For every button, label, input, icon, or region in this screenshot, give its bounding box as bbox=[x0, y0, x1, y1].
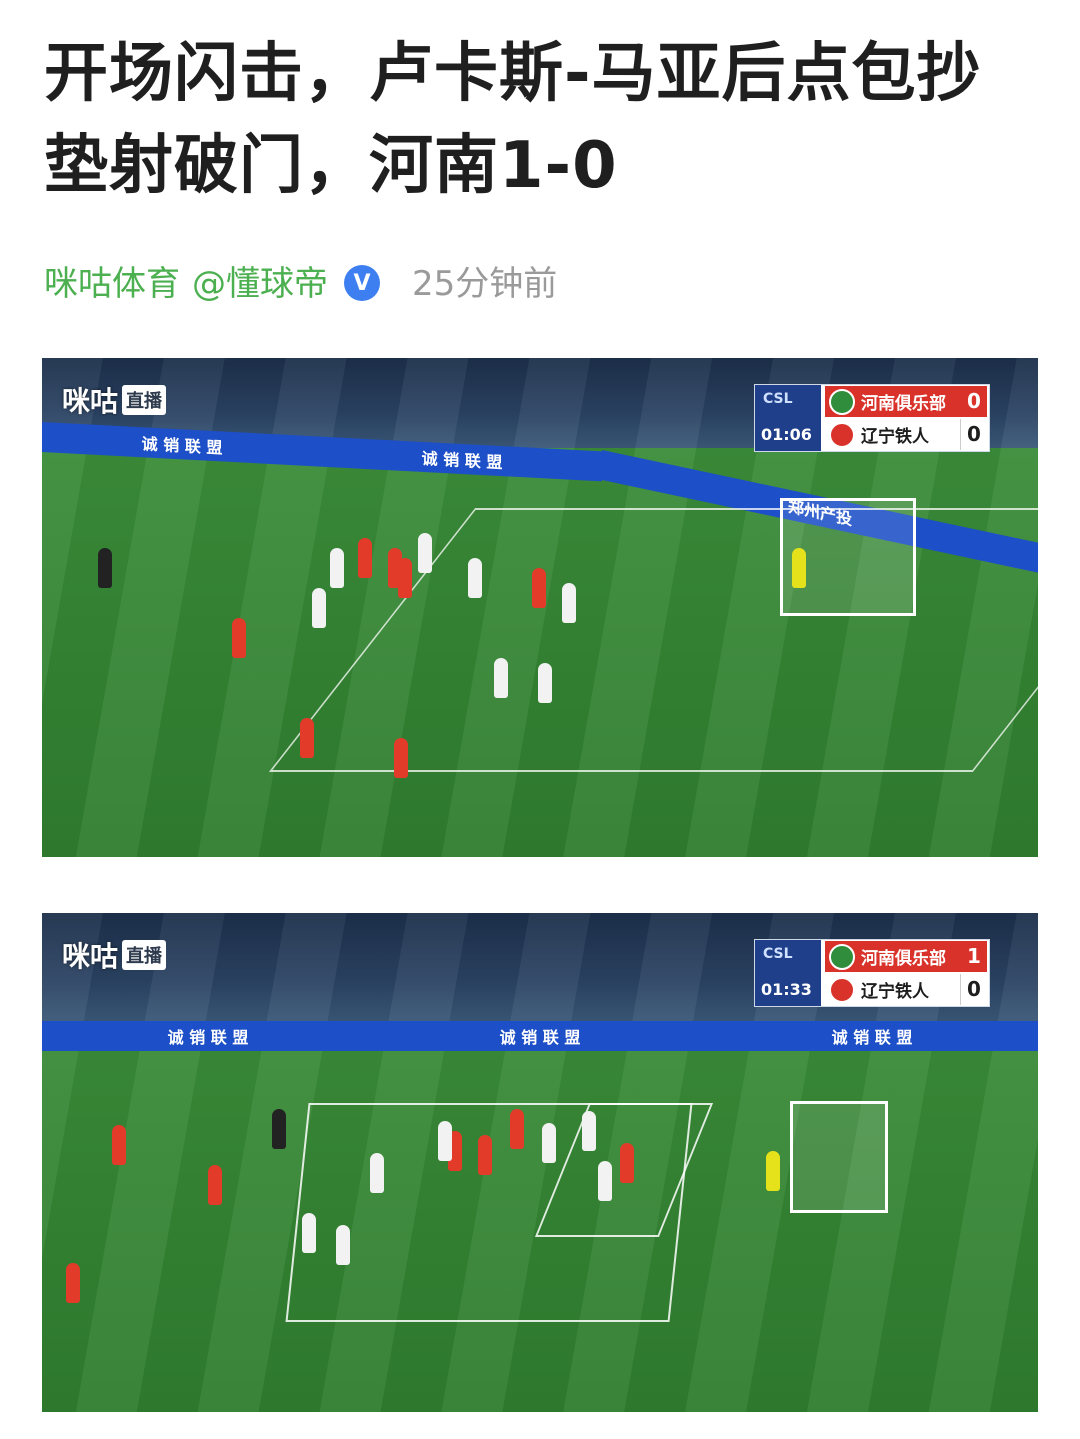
player-home bbox=[208, 1165, 222, 1205]
home-team: 河南俱乐部 bbox=[861, 394, 946, 414]
player-away bbox=[582, 1111, 596, 1151]
referee bbox=[98, 548, 112, 588]
player-away bbox=[302, 1213, 316, 1253]
referee bbox=[272, 1109, 286, 1149]
match-image-2[interactable]: 诚 销 联 盟 诚 销 联 盟 诚 销 联 盟 咪咕 直播 CSL 01:33 … bbox=[42, 913, 1038, 1412]
ad-text: 诚 销 联 盟 bbox=[421, 448, 503, 473]
player-home bbox=[300, 718, 314, 758]
player-away bbox=[468, 558, 482, 598]
migu-logo: 咪咕 直播 bbox=[62, 380, 167, 420]
player-home bbox=[532, 568, 546, 608]
league-logo: CSL bbox=[763, 946, 793, 962]
player-away bbox=[438, 1121, 452, 1161]
match-image-1[interactable]: 诚 销 联 盟 诚 销 联 盟 郑州产投 咪咕 直播 CSL 01:06 河南俱… bbox=[42, 358, 1038, 857]
scoreboard: CSL 01:06 河南俱乐部 0 辽宁铁人 0 bbox=[754, 384, 990, 452]
home-score: 0 bbox=[961, 386, 987, 417]
away-score: 0 bbox=[960, 419, 987, 450]
source-link[interactable]: 咪咕体育 bbox=[44, 256, 180, 305]
home-score: 1 bbox=[961, 941, 987, 972]
player-home bbox=[478, 1135, 492, 1175]
away-row: 辽宁铁人 0 bbox=[825, 419, 987, 450]
player-home bbox=[358, 538, 372, 578]
player-away bbox=[330, 548, 344, 588]
player-home bbox=[394, 738, 408, 778]
away-score: 0 bbox=[960, 974, 987, 1005]
live-tag: 直播 bbox=[122, 940, 167, 970]
match-clock: 01:33 bbox=[761, 980, 812, 999]
ad-text: 诚 销 联 盟 bbox=[499, 1028, 581, 1047]
player-home bbox=[398, 558, 412, 598]
player-away bbox=[494, 658, 508, 698]
home-row: 河南俱乐部 1 bbox=[825, 941, 987, 972]
home-team: 河南俱乐部 bbox=[861, 949, 946, 969]
ad-board: 诚 销 联 盟 诚 销 联 盟 诚 销 联 盟 bbox=[42, 1021, 1038, 1051]
player-home bbox=[232, 618, 246, 658]
goalkeeper bbox=[792, 548, 806, 588]
home-crest-icon bbox=[829, 943, 855, 970]
scoreboard-league: CSL 01:33 bbox=[755, 940, 821, 1006]
away-crest-icon bbox=[829, 421, 855, 448]
author-link[interactable]: @懂球帝 bbox=[192, 256, 328, 305]
verified-icon: V bbox=[344, 265, 380, 301]
player-home bbox=[620, 1143, 634, 1183]
article-meta: 咪咕体育 @懂球帝 V 25分钟前 bbox=[44, 254, 557, 306]
league-logo: CSL bbox=[763, 391, 793, 407]
player-away bbox=[542, 1123, 556, 1163]
player-away bbox=[312, 588, 326, 628]
article-title: 开场闪击，卢卡斯-马亚后点包抄垫射破门，河南1-0 bbox=[44, 37, 982, 203]
migu-logo: 咪咕 直播 bbox=[62, 935, 167, 975]
match-clock: 01:06 bbox=[761, 425, 812, 444]
player-away bbox=[538, 663, 552, 703]
player-away bbox=[598, 1161, 612, 1201]
player-away bbox=[418, 533, 432, 573]
logo-text: 咪咕 bbox=[62, 385, 119, 418]
live-tag: 直播 bbox=[122, 385, 167, 415]
player-home bbox=[112, 1125, 126, 1165]
logo-text: 咪咕 bbox=[62, 940, 119, 973]
away-team: 辽宁铁人 bbox=[861, 982, 929, 1002]
player-away bbox=[562, 583, 576, 623]
ad-text: 诚 销 联 盟 bbox=[167, 1028, 249, 1047]
away-row: 辽宁铁人 0 bbox=[825, 974, 987, 1005]
scoreboard: CSL 01:33 河南俱乐部 1 辽宁铁人 0 bbox=[754, 939, 990, 1007]
home-crest-icon bbox=[829, 388, 855, 415]
publish-time: 25分钟前 bbox=[412, 263, 558, 304]
away-team: 辽宁铁人 bbox=[861, 427, 929, 447]
home-row: 河南俱乐部 0 bbox=[825, 386, 987, 417]
player-home bbox=[510, 1109, 524, 1149]
player-away bbox=[370, 1153, 384, 1193]
ad-text: 诚 销 联 盟 bbox=[141, 434, 223, 458]
goalkeeper bbox=[766, 1151, 780, 1191]
player-home bbox=[66, 1263, 80, 1303]
player-away bbox=[336, 1225, 350, 1265]
scoreboard-league: CSL 01:06 bbox=[755, 385, 821, 451]
goal-net bbox=[790, 1101, 888, 1213]
ad-text: 诚 销 联 盟 bbox=[831, 1028, 913, 1047]
away-crest-icon bbox=[829, 976, 855, 1003]
